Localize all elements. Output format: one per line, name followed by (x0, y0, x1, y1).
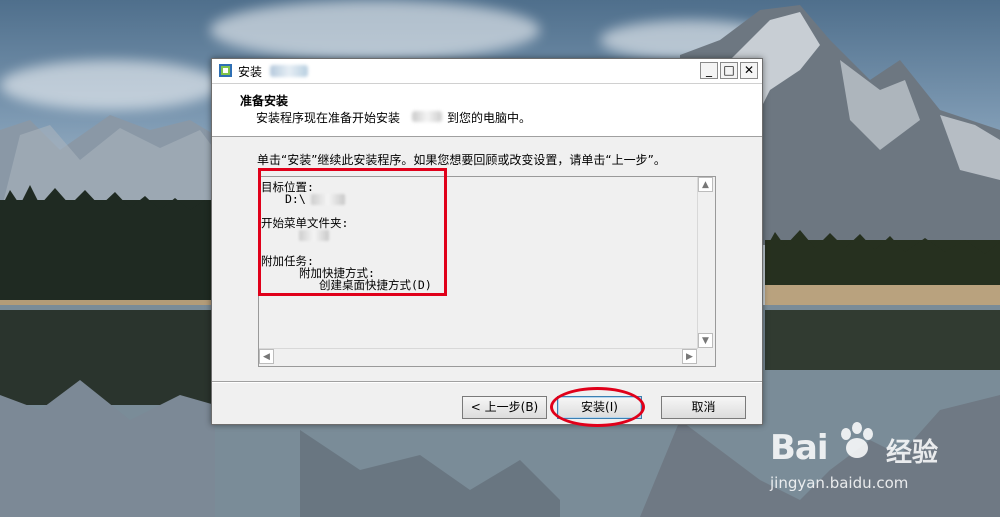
footer-separator (212, 381, 762, 383)
paw-icon (841, 422, 873, 458)
annotation-rectangle (258, 168, 447, 296)
window-title: 安装 (238, 65, 263, 79)
horizontal-scrollbar[interactable]: ◀ ▶ (259, 348, 698, 366)
redacted-app-name (270, 65, 308, 77)
watermark-url: jingyan.baidu.com (770, 474, 909, 492)
watermark-text: 经验 (886, 438, 939, 468)
back-button[interactable]: < 上一步(B) (462, 396, 547, 419)
title-bar[interactable]: 安装 _ □ ✕ (212, 59, 762, 84)
scroll-left-icon[interactable]: ◀ (259, 349, 274, 364)
installer-app-icon (219, 64, 232, 77)
page-title: 准备安装 (240, 94, 289, 108)
page-subtitle: 安装程序现在准备开始安装 (256, 111, 401, 125)
watermark-logo: Bai (770, 428, 829, 468)
minimize-button[interactable]: _ (700, 62, 718, 79)
maximize-button[interactable]: □ (720, 62, 738, 79)
scroll-right-icon[interactable]: ▶ (682, 349, 697, 364)
instruction-text: 单击“安装”继续此安装程序。如果您想要回顾或改变设置，请单击“上一步”。 (257, 153, 666, 167)
close-button[interactable]: ✕ (740, 62, 758, 79)
scroll-up-icon[interactable]: ▲ (698, 177, 713, 192)
cancel-button[interactable]: 取消 (661, 396, 746, 419)
wizard-header: 准备安装 安装程序现在准备开始安装 到您的电脑中。 (212, 84, 762, 137)
scroll-down-icon[interactable]: ▼ (698, 333, 713, 348)
vertical-scrollbar[interactable]: ▲ ▼ (697, 177, 715, 350)
annotation-ellipse (550, 387, 645, 427)
redacted-app-name (412, 111, 442, 122)
page-subtitle-suffix: 到您的电脑中。 (447, 111, 532, 125)
